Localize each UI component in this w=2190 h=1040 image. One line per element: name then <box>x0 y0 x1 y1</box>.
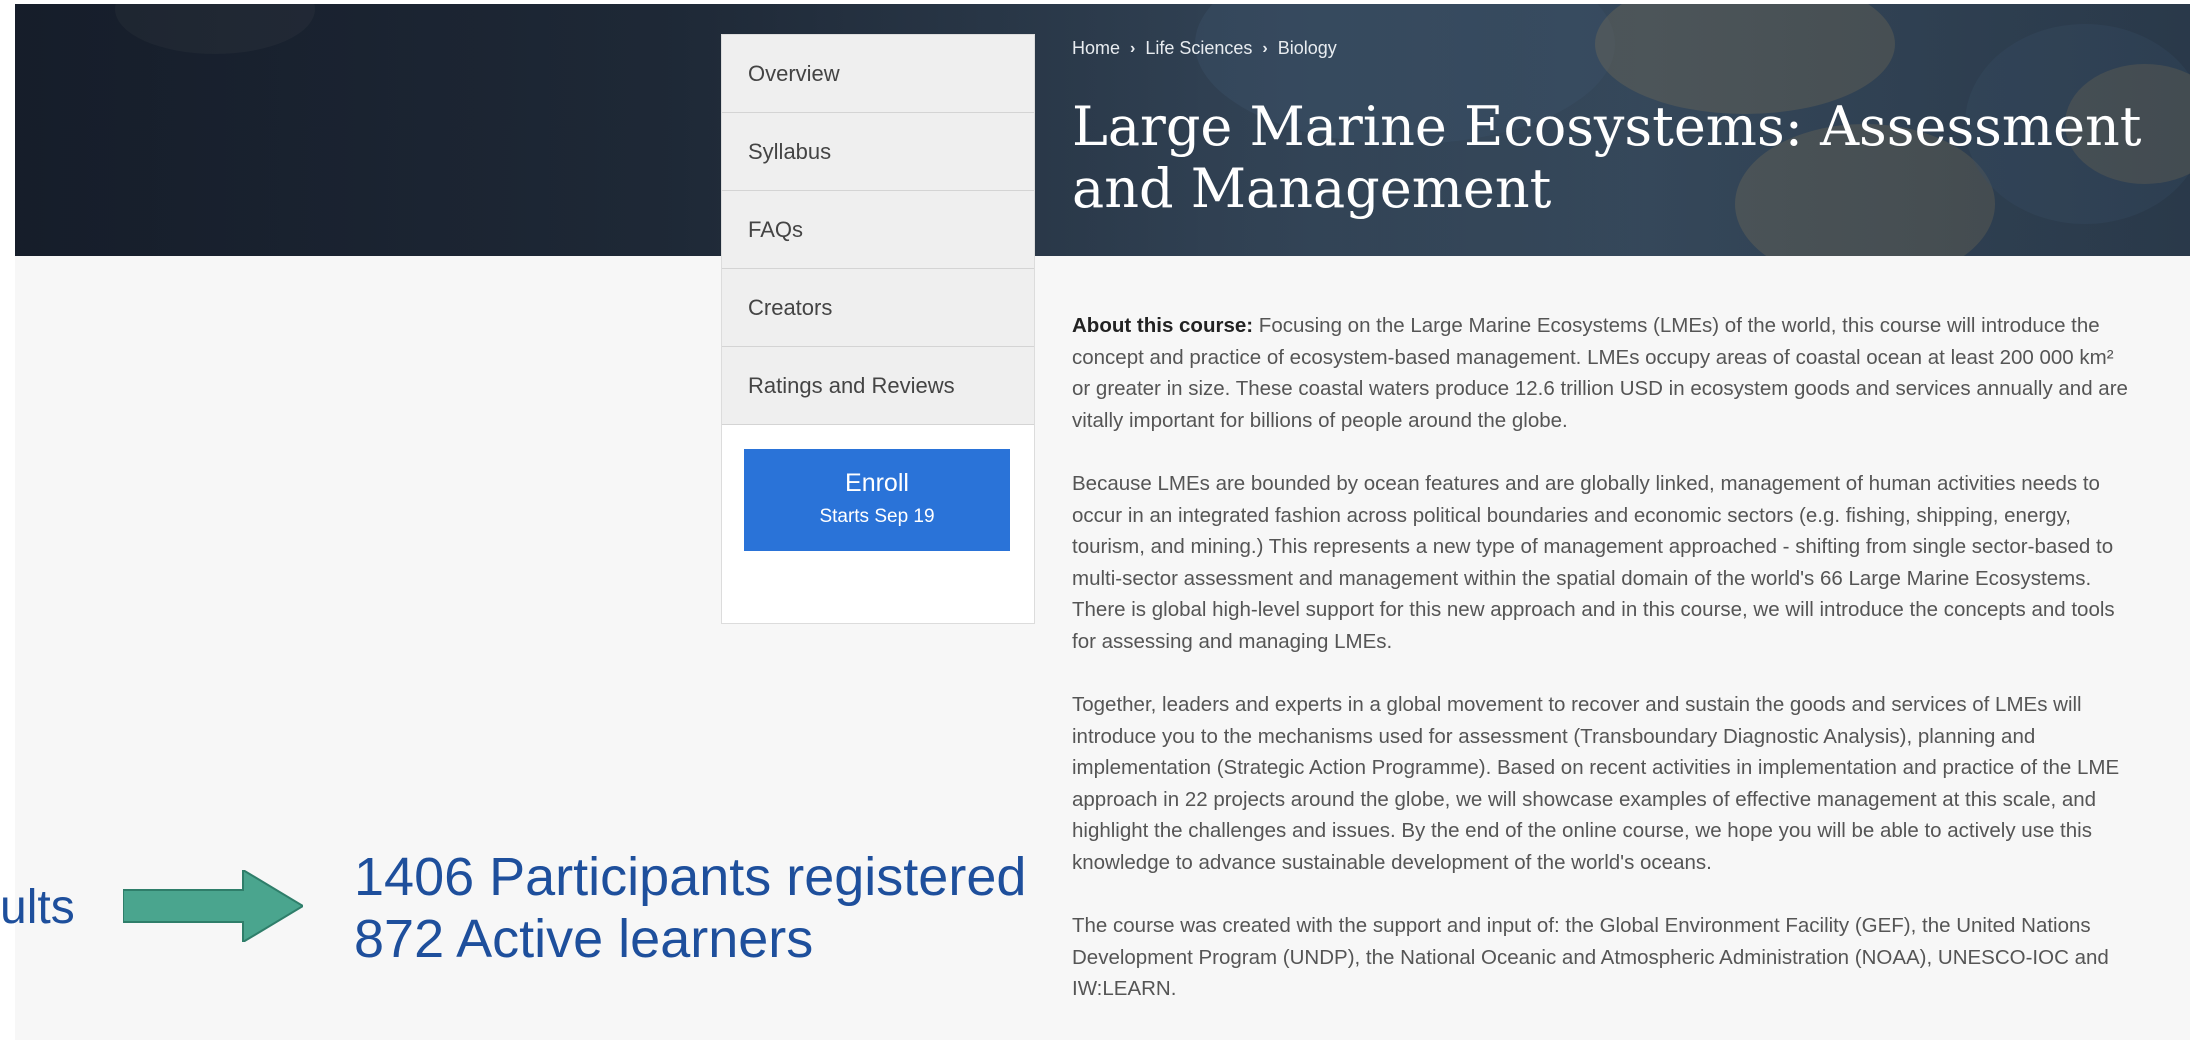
about-paragraph-4: The course was created with the support … <box>1072 914 2109 1000</box>
participants-registered: 1406 Participants registered <box>354 847 1027 907</box>
about-paragraph-2: Because LMEs are bounded by ocean featur… <box>1072 472 2115 653</box>
enroll-button-label: Enroll <box>845 469 909 497</box>
breadcrumb: Home › Life Sciences › Biology <box>1072 38 1337 59</box>
course-description: About this course: Focusing on the Large… <box>1072 310 2137 1037</box>
course-nav-sidebar: Overview Syllabus FAQs Creators Ratings … <box>721 34 1035 624</box>
nav-item-creators[interactable]: Creators <box>722 269 1034 347</box>
course-title: Large Marine Ecosystems: Assessment and … <box>1072 95 2142 220</box>
right-arrow-icon <box>123 870 303 942</box>
enroll-start-date: Starts Sep 19 <box>819 506 935 527</box>
nav-item-faqs[interactable]: FAQs <box>722 191 1034 269</box>
about-paragraph-3: Together, leaders and experts in a globa… <box>1072 693 2120 874</box>
breadcrumb-home-link[interactable]: Home <box>1072 38 1120 59</box>
about-heading: About this course: <box>1072 314 1254 337</box>
active-learners: 872 Active learners <box>354 909 814 969</box>
nav-item-overview[interactable]: Overview <box>722 35 1034 113</box>
nav-item-ratings-reviews[interactable]: Ratings and Reviews <box>722 347 1034 425</box>
nav-item-syllabus[interactable]: Syllabus <box>722 113 1034 191</box>
chevron-right-icon: › <box>1262 39 1268 57</box>
results-label-fragment: ults <box>0 881 75 934</box>
about-paragraph-1: About this course: Focusing on the Large… <box>1072 310 2137 436</box>
breadcrumb-life-sciences-link[interactable]: Life Sciences <box>1145 38 1252 59</box>
chevron-right-icon: › <box>1130 39 1136 57</box>
page-frame: Home › Life Sciences › Biology Large Mar… <box>15 4 2190 1040</box>
enroll-button[interactable]: Enroll Starts Sep 19 <box>744 449 1010 551</box>
breadcrumb-biology-link[interactable]: Biology <box>1278 38 1337 59</box>
participation-stats: 1406 Participants registered 872 Active … <box>354 846 1026 970</box>
